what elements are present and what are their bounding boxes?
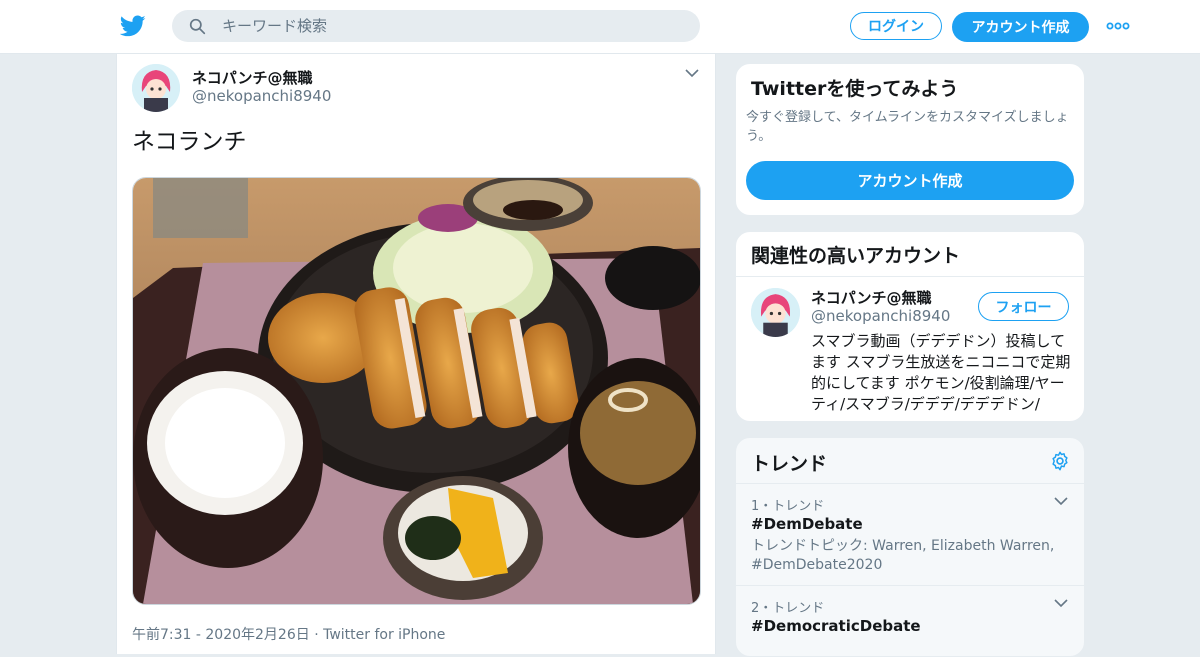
chevron-down-icon[interactable]	[1054, 598, 1068, 608]
author-name[interactable]: ネコパンチ@無職	[192, 67, 312, 88]
trends-title: トレンド	[751, 453, 828, 475]
divider	[736, 276, 1084, 277]
signup-card-description: 今すぐ登録して、タイムラインをカスタマイズしましょう。	[746, 110, 1069, 144]
login-button[interactable]: ログイン	[850, 12, 942, 40]
signup-card-title: Twitterを使ってみよう	[751, 78, 959, 100]
trends-card: トレンド 1・トレンド #DemDebate トレンドトピック: Warren,…	[735, 437, 1085, 657]
food-photo-image	[133, 178, 700, 604]
related-account-handle[interactable]: @nekopanchi8940	[811, 307, 950, 325]
trend-item[interactable]: 1・トレンド #DemDebate トレンドトピック: Warren, Eliz…	[736, 483, 1084, 586]
top-navigation-bar: ログイン アカウント作成	[0, 0, 1200, 54]
twitter-bird-icon[interactable]	[120, 13, 146, 39]
trend-name[interactable]: #DemDebate	[751, 515, 863, 533]
signup-button[interactable]: アカウント作成	[952, 12, 1089, 42]
related-accounts-card: 関連性の高いアカウント ネコパンチ@無職 @nekopanchi8940 フォロ…	[735, 231, 1085, 422]
trend-description: トレンドトピック: Warren, Elizabeth Warren, #Dem…	[751, 538, 1055, 573]
chevron-down-icon[interactable]	[685, 68, 699, 78]
avatar-image	[751, 288, 800, 337]
avatar-image	[132, 64, 180, 112]
gear-icon[interactable]	[1049, 450, 1071, 472]
trend-name[interactable]: #DemocraticDebate	[751, 617, 921, 635]
trend-meta: 1・トレンド	[751, 499, 825, 514]
search-input[interactable]	[222, 10, 682, 42]
tweet-timestamp[interactable]: 午前7:31 - 2020年2月26日 · Twitter for iPhone	[132, 624, 445, 644]
follow-button[interactable]: フォロー	[978, 292, 1069, 321]
trend-meta: 2・トレンド	[751, 601, 825, 616]
chevron-down-icon[interactable]	[1054, 496, 1068, 506]
tweet-text: ネコランチ	[132, 129, 247, 155]
related-account-name[interactable]: ネコパンチ@無職	[811, 287, 931, 308]
tweet-card: ネコパンチ@無職 @nekopanchi8940 ネコランチ 午前7:31 - …	[116, 54, 716, 654]
related-accounts-title: 関連性の高いアカウント	[751, 245, 961, 267]
author-handle[interactable]: @nekopanchi8940	[192, 87, 331, 105]
tweet-photo[interactable]	[132, 177, 701, 605]
signup-card-button[interactable]: アカウント作成	[746, 161, 1074, 200]
search-box[interactable]	[172, 10, 700, 42]
signup-card: Twitterを使ってみよう 今すぐ登録して、タイムラインをカスタマイズしましょ…	[735, 63, 1085, 216]
more-options-icon[interactable]	[1106, 20, 1130, 32]
trend-item[interactable]: 2・トレンド #DemocraticDebate	[736, 585, 1084, 656]
related-account-avatar[interactable]	[751, 288, 800, 337]
related-account-bio: スマブラ動画（デデデドン）投稿してます スマブラ生放送をニコニコで定期的にしてま…	[811, 332, 1071, 413]
search-icon	[189, 18, 206, 35]
author-avatar[interactable]	[132, 64, 180, 112]
